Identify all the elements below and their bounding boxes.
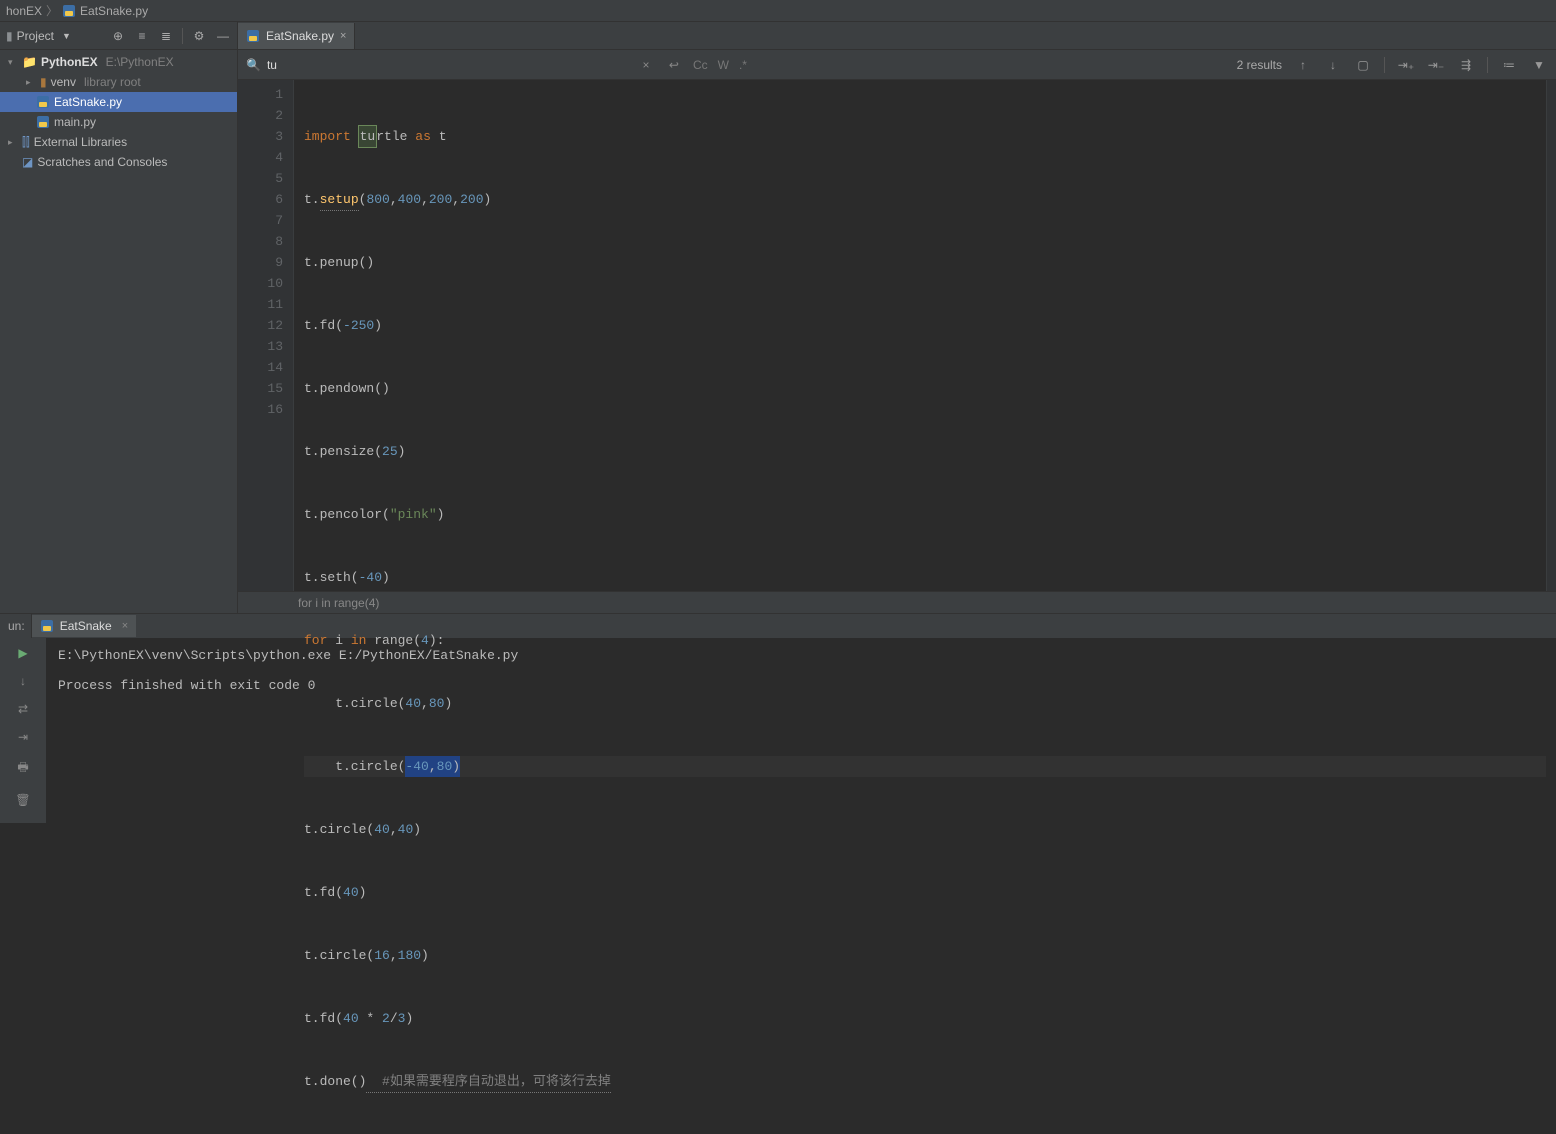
library-icon: ⫿⫿ [22, 135, 30, 150]
select-all-occurrences-icon[interactable]: ▢ [1354, 56, 1372, 74]
breadcrumb-project[interactable]: honEX [6, 4, 42, 18]
breadcrumb-sep: 〉 [46, 2, 58, 19]
editor-tab-eatsnake[interactable]: EatSnake.py × [238, 23, 355, 49]
search-icon: 🔍 [246, 58, 261, 72]
project-panel-header: ▮ Project ▼ ⊕ ≡ ≣ ⚙ — [0, 22, 237, 50]
python-file-icon [40, 619, 54, 633]
whole-word-toggle[interactable]: W [718, 58, 729, 72]
tree-venv[interactable]: ▸ ▮ venv library root [0, 72, 237, 92]
folder-icon: ▮ [40, 75, 47, 89]
rerun-icon[interactable]: ▶ [18, 646, 27, 660]
locate-icon[interactable]: ⊕ [110, 29, 126, 43]
project-title[interactable]: ▮ Project ▼ [6, 29, 110, 43]
toggle-lines-icon[interactable]: ≔ [1500, 56, 1518, 74]
next-match-icon[interactable]: ↓ [1324, 56, 1342, 74]
python-file-icon [36, 95, 50, 109]
editor-tabs-bar: EatSnake.py × [238, 22, 1556, 50]
stop-icon[interactable]: ↓ [20, 674, 26, 688]
clear-search-icon[interactable]: × [637, 56, 655, 74]
caret-collapsed-icon[interactable]: ▸ [8, 137, 18, 148]
dropdown-caret-icon: ▼ [62, 31, 71, 41]
add-selection-icon[interactable]: ⇥₊ [1397, 56, 1415, 74]
tree-external-libs[interactable]: ▸ ⫿⫿ External Libraries [0, 132, 237, 152]
code-area[interactable]: import turtle as t t.setup(800,400,200,2… [294, 80, 1546, 591]
line-gutter[interactable]: 1 2 3 4 5 6 7 8 9 10 11 12 13 14 15 16 [238, 80, 294, 591]
editor-body[interactable]: 1 2 3 4 5 6 7 8 9 10 11 12 13 14 15 16 i… [238, 80, 1556, 591]
expand-all-icon[interactable]: ≡ [134, 29, 150, 43]
caret-expanded-icon[interactable]: ▾ [8, 57, 18, 68]
tree-scratches[interactable]: ◪ Scratches and Consoles [0, 152, 237, 172]
clear-all-icon[interactable]: 🗑 [15, 793, 30, 807]
settings-gear-icon[interactable]: ⚙ [191, 29, 207, 43]
hide-panel-icon[interactable]: — [215, 29, 231, 43]
close-run-tab-icon[interactable]: × [122, 620, 128, 632]
select-all-icon[interactable]: ⇶ [1457, 56, 1475, 74]
tree-file-eatsnake[interactable]: EatSnake.py [0, 92, 237, 112]
match-case-toggle[interactable]: Cc [693, 58, 708, 72]
project-tree[interactable]: ▾ 📁 PythonEX E:\PythonEX ▸ ▮ venv librar… [0, 50, 237, 613]
toggle-soft-wrap-icon[interactable]: ⇄ [18, 702, 28, 716]
find-results-count: 2 results [1237, 58, 1282, 72]
close-tab-icon[interactable]: × [340, 30, 346, 42]
scratches-icon: ◪ [22, 155, 33, 169]
project-panel: ▮ Project ▼ ⊕ ≡ ≣ ⚙ — ▾ 📁 PythonEX E:\Py… [0, 22, 238, 613]
folder-icon: ▮ [6, 29, 13, 43]
breadcrumb-bar: honEX 〉 EatSnake.py [0, 0, 1556, 22]
prev-match-icon[interactable]: ↑ [1294, 56, 1312, 74]
run-toolbar: ▶ ↓ ⇄ ⇥ 🖶 🗑 [0, 638, 46, 823]
search-history-icon[interactable]: ↩ [665, 56, 683, 74]
editor-error-strip[interactable] [1546, 80, 1556, 591]
filter-icon[interactable]: ▼ [1530, 56, 1548, 74]
run-panel-label[interactable]: un: [2, 614, 32, 638]
tree-file-main[interactable]: main.py [0, 112, 237, 132]
breadcrumb-file[interactable]: EatSnake.py [62, 4, 148, 18]
tree-root[interactable]: ▾ 📁 PythonEX E:\PythonEX [0, 52, 237, 72]
caret-collapsed-icon[interactable]: ▸ [26, 77, 36, 88]
run-tab-eatsnake[interactable]: EatSnake × [32, 615, 136, 637]
print-icon[interactable]: 🖶 [17, 758, 28, 779]
folder-icon: 📁 [22, 55, 37, 69]
scroll-to-end-icon[interactable]: ⇥ [18, 730, 28, 744]
python-file-icon [246, 29, 260, 43]
regex-toggle[interactable]: .* [739, 58, 747, 72]
find-bar: 🔍 × ↩ Cc W .* 2 results ↑ ↓ ▢ ⇥₊ ⇥₋ ⇶ ≔ [238, 50, 1556, 80]
find-input[interactable] [267, 58, 607, 72]
python-file-icon [36, 115, 50, 129]
remove-selection-icon[interactable]: ⇥₋ [1427, 56, 1445, 74]
collapse-all-icon[interactable]: ≣ [158, 29, 174, 43]
python-file-icon [62, 4, 76, 18]
